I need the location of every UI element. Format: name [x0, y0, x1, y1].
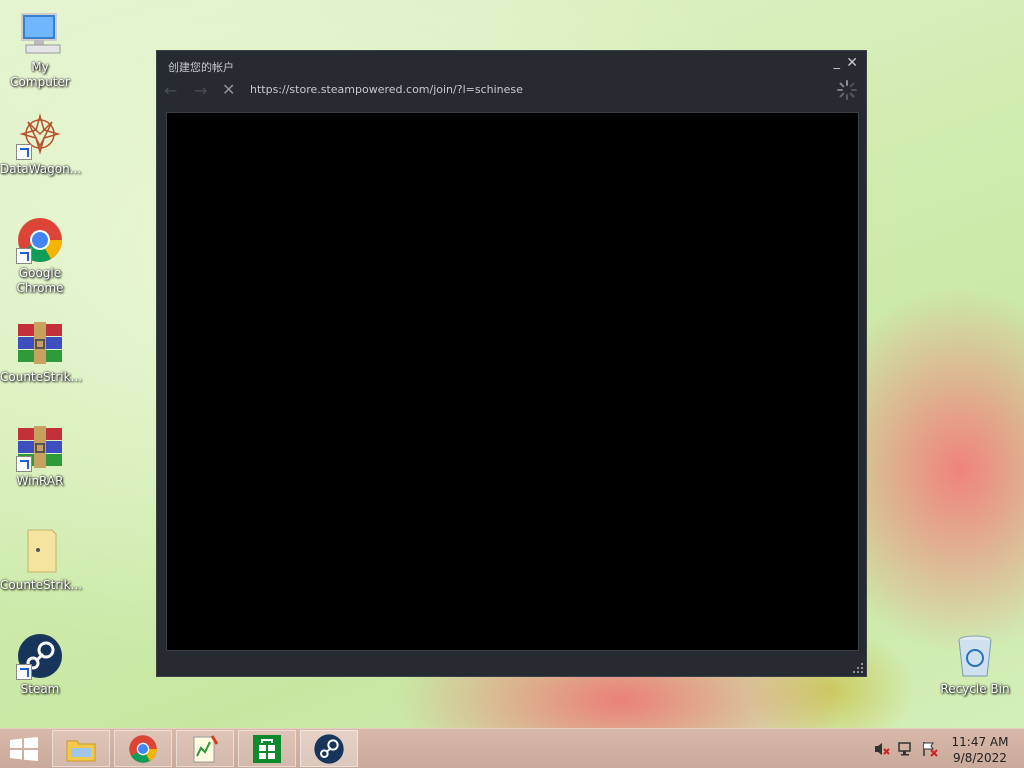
- winrar-icon: [16, 424, 64, 472]
- loading-spinner-icon: [837, 80, 857, 100]
- network-icon[interactable]: [898, 741, 914, 757]
- desktop-icon-datawagon[interactable]: DataWagon...: [0, 112, 81, 177]
- taskbar-file-explorer[interactable]: [52, 730, 110, 767]
- notepad-chart-icon: [193, 734, 219, 762]
- steam-create-account-window: 创建您的帐户 _ ✕ ← → ✕ https://store.steampowe…: [156, 50, 867, 677]
- forward-button[interactable]: →: [194, 81, 207, 100]
- system-clock[interactable]: 11:47 AM 9/8/2022: [944, 734, 1016, 766]
- minimize-button[interactable]: _: [834, 55, 841, 70]
- desktop-icon-google-chrome[interactable]: Google Chrome: [0, 216, 80, 296]
- desktop-icon-my-computer[interactable]: My Computer: [0, 10, 80, 90]
- stop-loading-button[interactable]: ✕: [222, 80, 235, 99]
- folder-icon: [66, 740, 96, 761]
- desktop-icon-steam[interactable]: Steam: [0, 632, 80, 697]
- taskbar: 11:47 AM 9/8/2022: [0, 728, 1024, 768]
- recycle-bin-icon: [951, 632, 999, 680]
- clock-date: 9/8/2022: [953, 751, 1007, 765]
- start-button[interactable]: [10, 737, 38, 761]
- action-center-flag-icon[interactable]: [922, 741, 938, 757]
- web-content-area[interactable]: [166, 112, 859, 651]
- volume-muted-icon[interactable]: [874, 741, 890, 757]
- computer-icon: [16, 10, 64, 58]
- clock-time: 11:47 AM: [951, 735, 1009, 749]
- url-display[interactable]: https://store.steampowered.com/join/?l=s…: [250, 83, 523, 96]
- desktop-icon-countestrike-folder[interactable]: CounteStrik...: [0, 528, 82, 593]
- desktop-icon-countestrike-rar[interactable]: CounteStrik...: [0, 320, 82, 385]
- steam-icon: [314, 733, 344, 764]
- shortcut-arrow-icon: [16, 456, 32, 472]
- taskbar-steam[interactable]: [300, 730, 358, 767]
- winrar-archive-icon: [16, 320, 64, 368]
- chrome-icon: [129, 734, 157, 763]
- close-button[interactable]: ✕: [846, 55, 858, 71]
- datawagon-icon: [16, 112, 64, 160]
- shortcut-arrow-icon: [16, 664, 32, 680]
- taskbar-notepad-app[interactable]: [176, 730, 234, 767]
- store-icon: [253, 734, 281, 763]
- resize-grip-icon[interactable]: [853, 663, 863, 673]
- shortcut-arrow-icon: [16, 144, 32, 160]
- shortcut-arrow-icon: [16, 248, 32, 264]
- desktop-icon-recycle-bin[interactable]: Recycle Bin: [935, 632, 1015, 697]
- taskbar-chrome[interactable]: [114, 730, 172, 767]
- file-icon: [16, 528, 64, 576]
- desktop-icon-winrar[interactable]: WinRAR: [0, 424, 80, 489]
- back-button[interactable]: ←: [164, 81, 177, 100]
- steam-icon: [16, 632, 64, 680]
- chrome-icon: [16, 216, 64, 264]
- window-title: 创建您的帐户: [168, 61, 234, 74]
- taskbar-store[interactable]: [238, 730, 296, 767]
